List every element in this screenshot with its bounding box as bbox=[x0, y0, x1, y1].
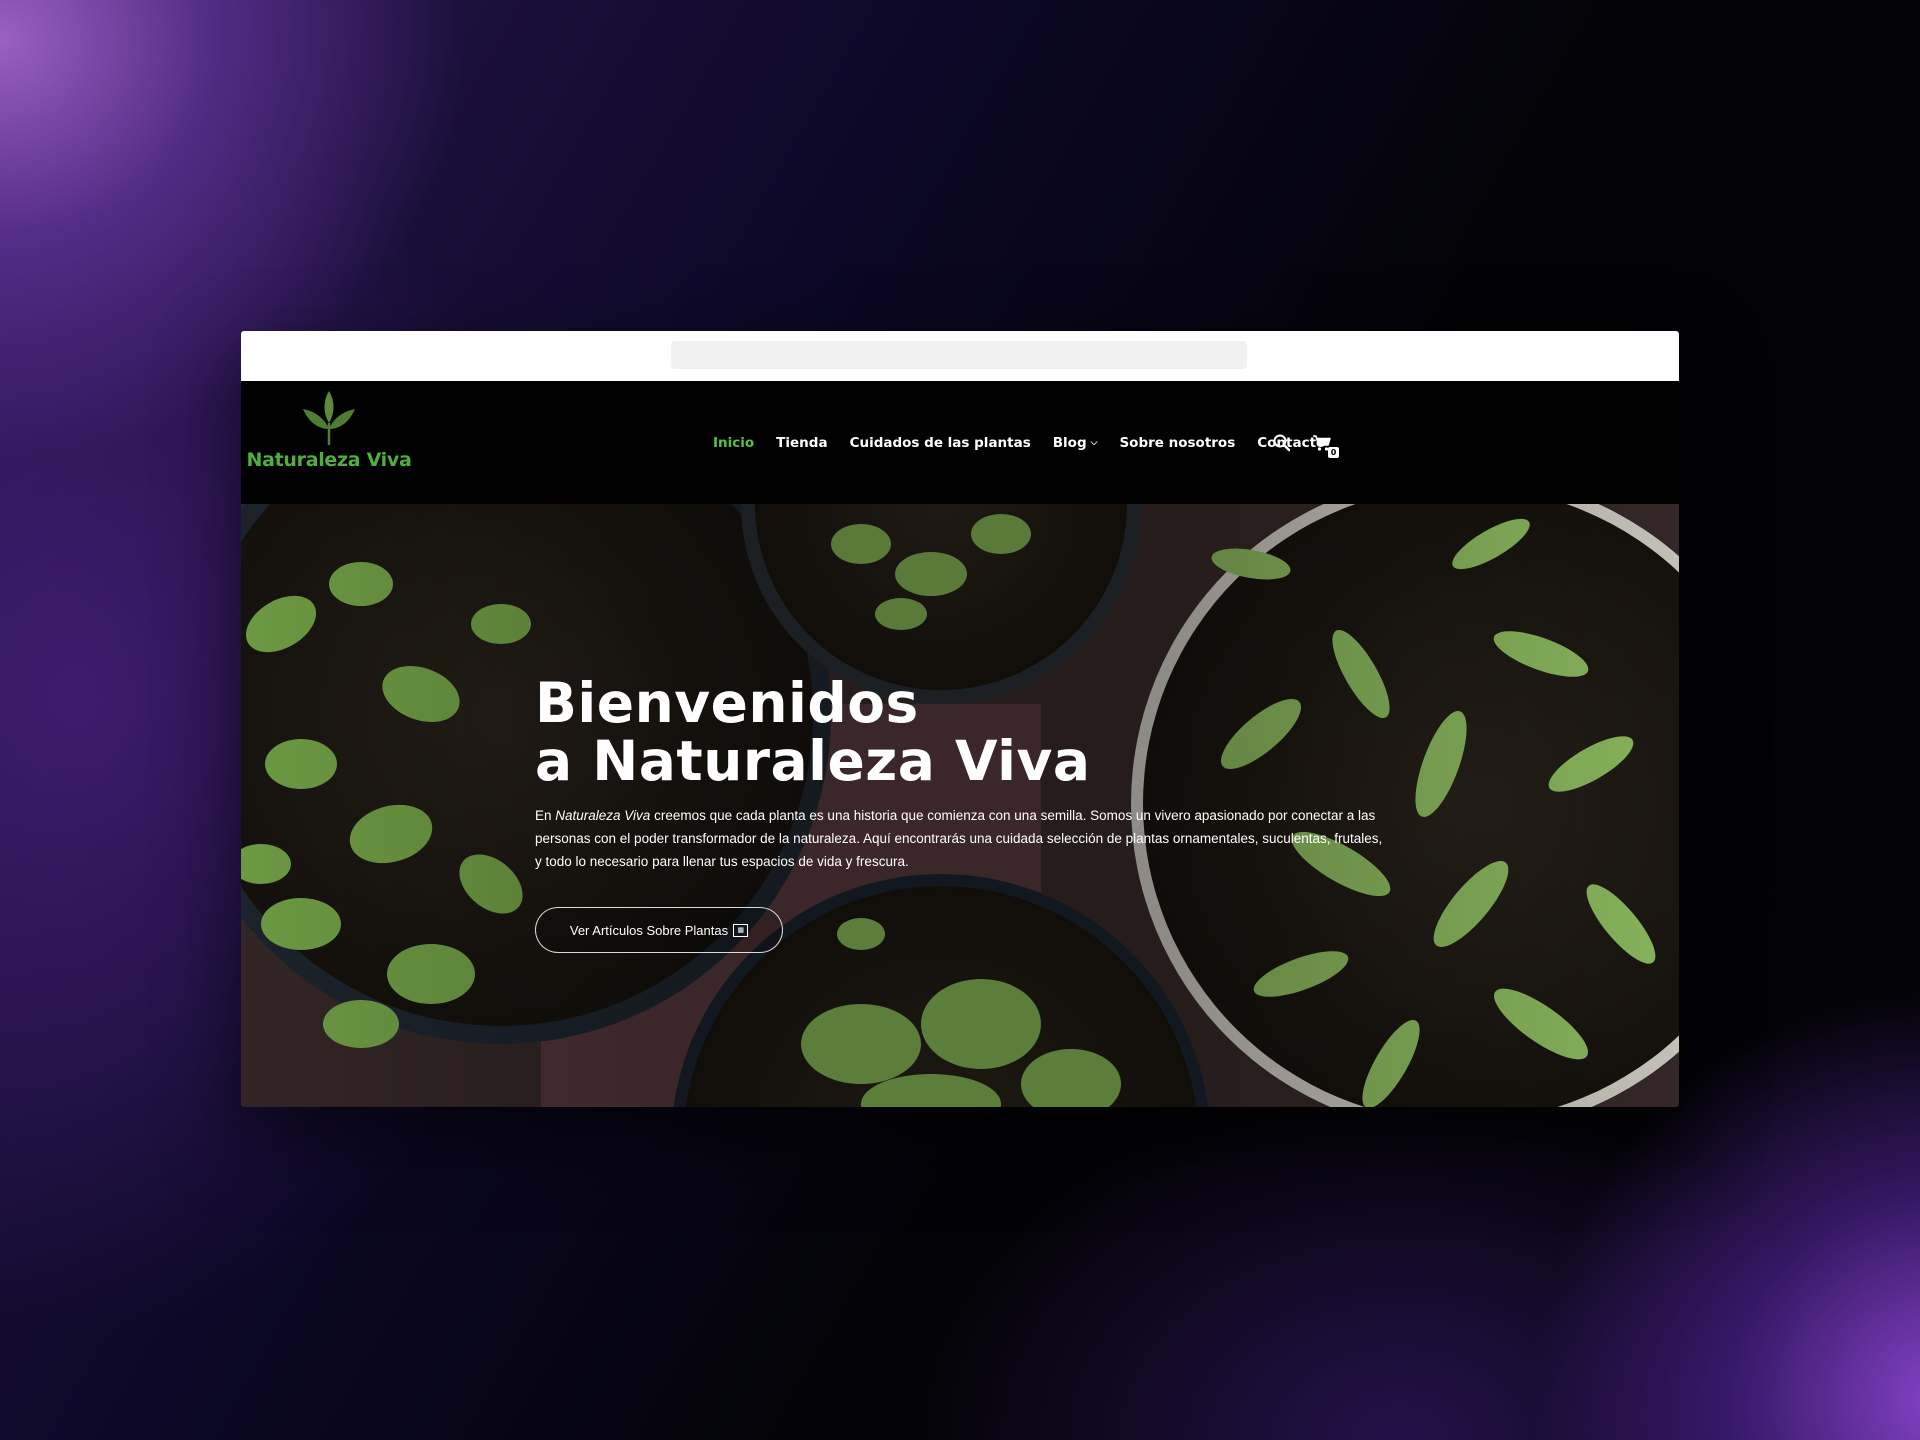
site-logo[interactable]: Naturaleza Viva bbox=[246, 389, 412, 489]
leaf-logo-icon bbox=[303, 391, 355, 445]
hero-description: En Naturaleza Viva creemos que cada plan… bbox=[535, 804, 1385, 873]
chevron-down-icon: ⌵ bbox=[1090, 437, 1098, 448]
address-bar[interactable] bbox=[671, 341, 1247, 369]
article-icon: ▦ bbox=[733, 923, 749, 937]
hero-text-prefix: En bbox=[535, 808, 556, 823]
hero-content: Bienvenidos a Naturaleza Viva En Natural… bbox=[535, 674, 1385, 953]
nav-item-blog-label: Blog bbox=[1052, 434, 1087, 451]
hero-title: Bienvenidos a Naturaleza Viva bbox=[535, 674, 1385, 790]
hero-text-brand: Naturaleza Viva bbox=[555, 808, 651, 823]
browser-toolbar bbox=[241, 331, 1679, 381]
nav-item-sobre-nosotros[interactable]: Sobre nosotros bbox=[1119, 435, 1235, 451]
search-icon[interactable] bbox=[1271, 432, 1293, 454]
browser-window: Naturaleza Viva Inicio Tienda Cuidados d… bbox=[241, 331, 1679, 1107]
nav-item-cuidados[interactable]: Cuidados de las plantas bbox=[850, 435, 1031, 451]
view-plant-articles-button[interactable]: Ver Artículos Sobre Plantas ▦ bbox=[535, 907, 783, 953]
hero-text-body: creemos que cada planta es una historia … bbox=[535, 808, 1383, 869]
header-icons: 0 bbox=[1271, 381, 1339, 504]
cart-icon[interactable]: 0 bbox=[1311, 432, 1339, 458]
site-header: Naturaleza Viva Inicio Tienda Cuidados d… bbox=[241, 381, 1679, 504]
hero-title-line2: a Naturaleza Viva bbox=[535, 729, 1091, 793]
hero-title-line1: Bienvenidos bbox=[535, 671, 919, 735]
nav-item-blog[interactable]: Blog ⌵ bbox=[1053, 435, 1098, 451]
hero-section: Bienvenidos a Naturaleza Viva En Natural… bbox=[241, 504, 1679, 1107]
cta-label: Ver Artículos Sobre Plantas bbox=[569, 922, 729, 938]
nav-item-tienda[interactable]: Tienda bbox=[776, 435, 827, 451]
logo-text: Naturaleza Viva bbox=[246, 449, 412, 471]
main-nav: Inicio Tienda Cuidados de las plantas Bl… bbox=[713, 381, 1325, 504]
nav-item-inicio[interactable]: Inicio bbox=[713, 435, 754, 451]
cart-count-badge: 0 bbox=[1328, 446, 1339, 458]
